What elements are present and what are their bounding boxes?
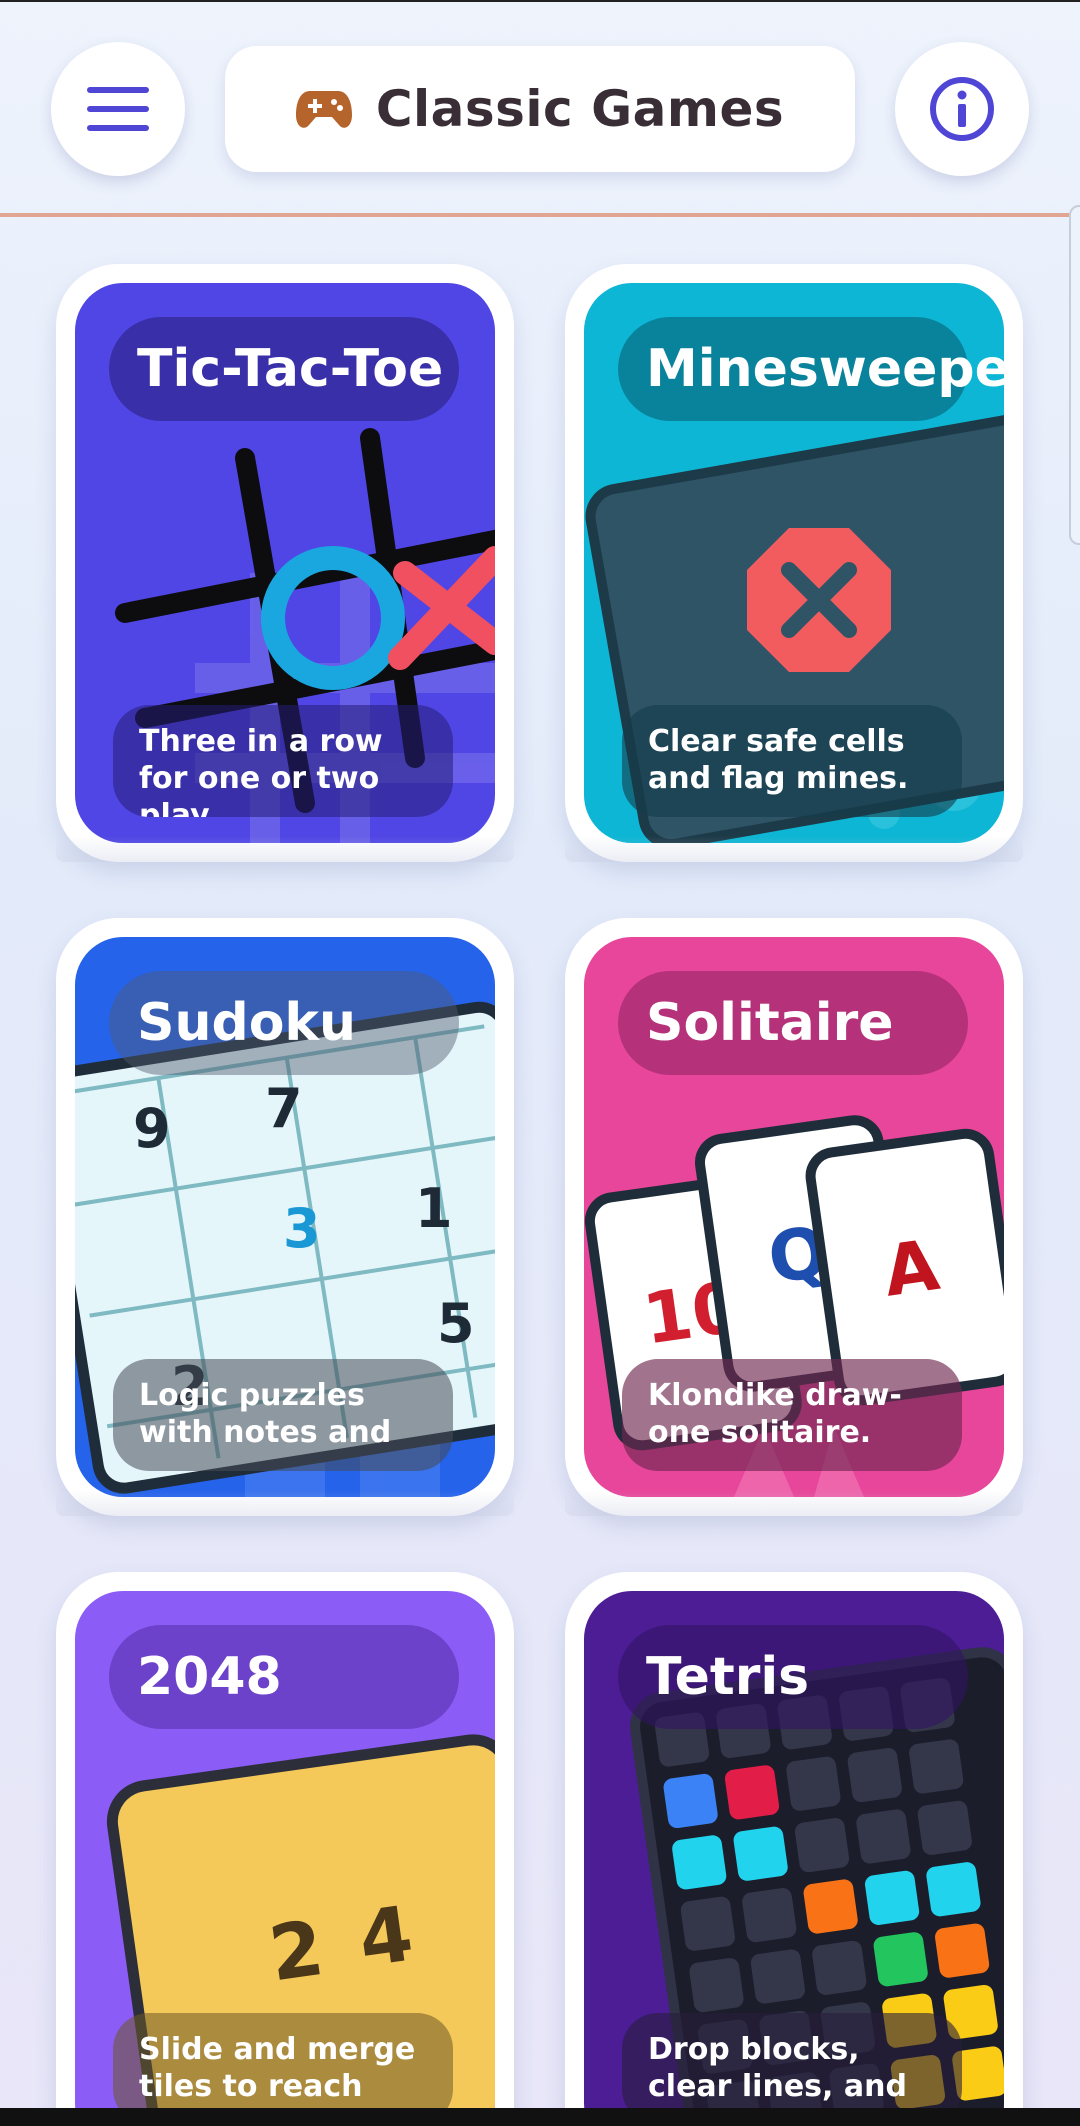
card-body: 10 Q A Solitaire Klondike draw-one solit… [584,937,1004,1497]
sudoku-digit: 7 [265,1077,303,1140]
menu-button[interactable] [51,42,185,176]
card-body: Tetris Drop blocks, clear lines, and ... [584,1591,1004,2126]
card-description: Klondike draw-one solitaire. [622,1359,962,1471]
card-title: Sudoku [109,971,459,1075]
tetris-cell [873,1932,928,1987]
tetris-cell [926,1862,981,1917]
game-card-2048[interactable]: 2 4 2048 Slide and merge tiles to reach … [56,1572,514,2126]
tetris-cell [680,1896,735,1951]
tetris-cell [750,1949,805,2004]
sudoku-digit: 5 [437,1292,475,1355]
app-title-pill: Classic Games [225,46,855,172]
navigation-bar [0,2108,1080,2126]
tetris-cell [812,1940,867,1995]
gamepad-icon [295,91,352,128]
tetris-cell [909,1739,964,1794]
game-card-minesweeper[interactable]: Minesweeper Clear safe cells and flag mi… [565,264,1023,862]
tetris-cell [856,1809,911,1864]
scroll-indicator[interactable] [1069,205,1080,545]
card-title: Tetris [618,1625,968,1729]
hamburger-menu-icon [87,87,149,131]
game-card-tetris[interactable]: Tetris Drop blocks, clear lines, and ... [565,1572,1023,2126]
card-title: 2048 [109,1625,459,1729]
sudoku-digit: 1 [415,1177,453,1240]
game-card-sudoku[interactable]: 9 7 3 1 5 2 Sudoku Logic puzzles with no… [56,918,514,1516]
tetris-cell [724,1765,780,1820]
tetris-cell [672,1835,727,1890]
sudoku-digit: 3 [283,1197,321,1260]
card-description: Clear safe cells and flag mines. [622,705,962,817]
card-body: 2 4 2048 Slide and merge tiles to reach … [75,1591,495,2126]
game-card-solitaire[interactable]: 10 Q A Solitaire Klondike draw-one solit… [565,918,1023,1516]
tetris-cell [794,1818,850,1873]
tetris-cell [689,1958,744,2013]
tetris-cell [917,1800,972,1855]
card-body: Tic-Tac-Toe Three in a row for one or tw… [75,283,495,843]
tetris-cell [847,1748,902,1803]
tetris-cell [786,1756,841,1811]
card-body: 9 7 3 1 5 2 Sudoku Logic puzzles with no… [75,937,495,1497]
header-divider [0,213,1080,217]
tetris-cell [663,1773,718,1829]
card-description: Three in a row for one or two play... [113,705,453,817]
card-title: Tic-Tac-Toe [109,317,459,421]
sudoku-digit: 9 [133,1097,171,1160]
app-header: Classic Games [0,0,1080,217]
tetris-cell [733,1826,788,1881]
card-title: Solitaire [618,971,968,1075]
tetris-cell [803,1879,858,1934]
tetris-cell [864,1870,920,1925]
tetris-cell [742,1888,797,1943]
card-title: Minesweeper [618,317,1004,421]
tetris-cell [935,1923,990,1978]
game-card-tic-tac-toe[interactable]: Tic-Tac-Toe Three in a row for one or tw… [56,264,514,862]
app-title: Classic Games [375,80,785,138]
card-body: Minesweeper Clear safe cells and flag mi… [584,283,1004,843]
info-button[interactable] [895,42,1029,176]
card-description: Logic puzzles with notes and ... [113,1359,453,1471]
info-icon [930,77,994,141]
card-rank: A [879,1224,944,1313]
